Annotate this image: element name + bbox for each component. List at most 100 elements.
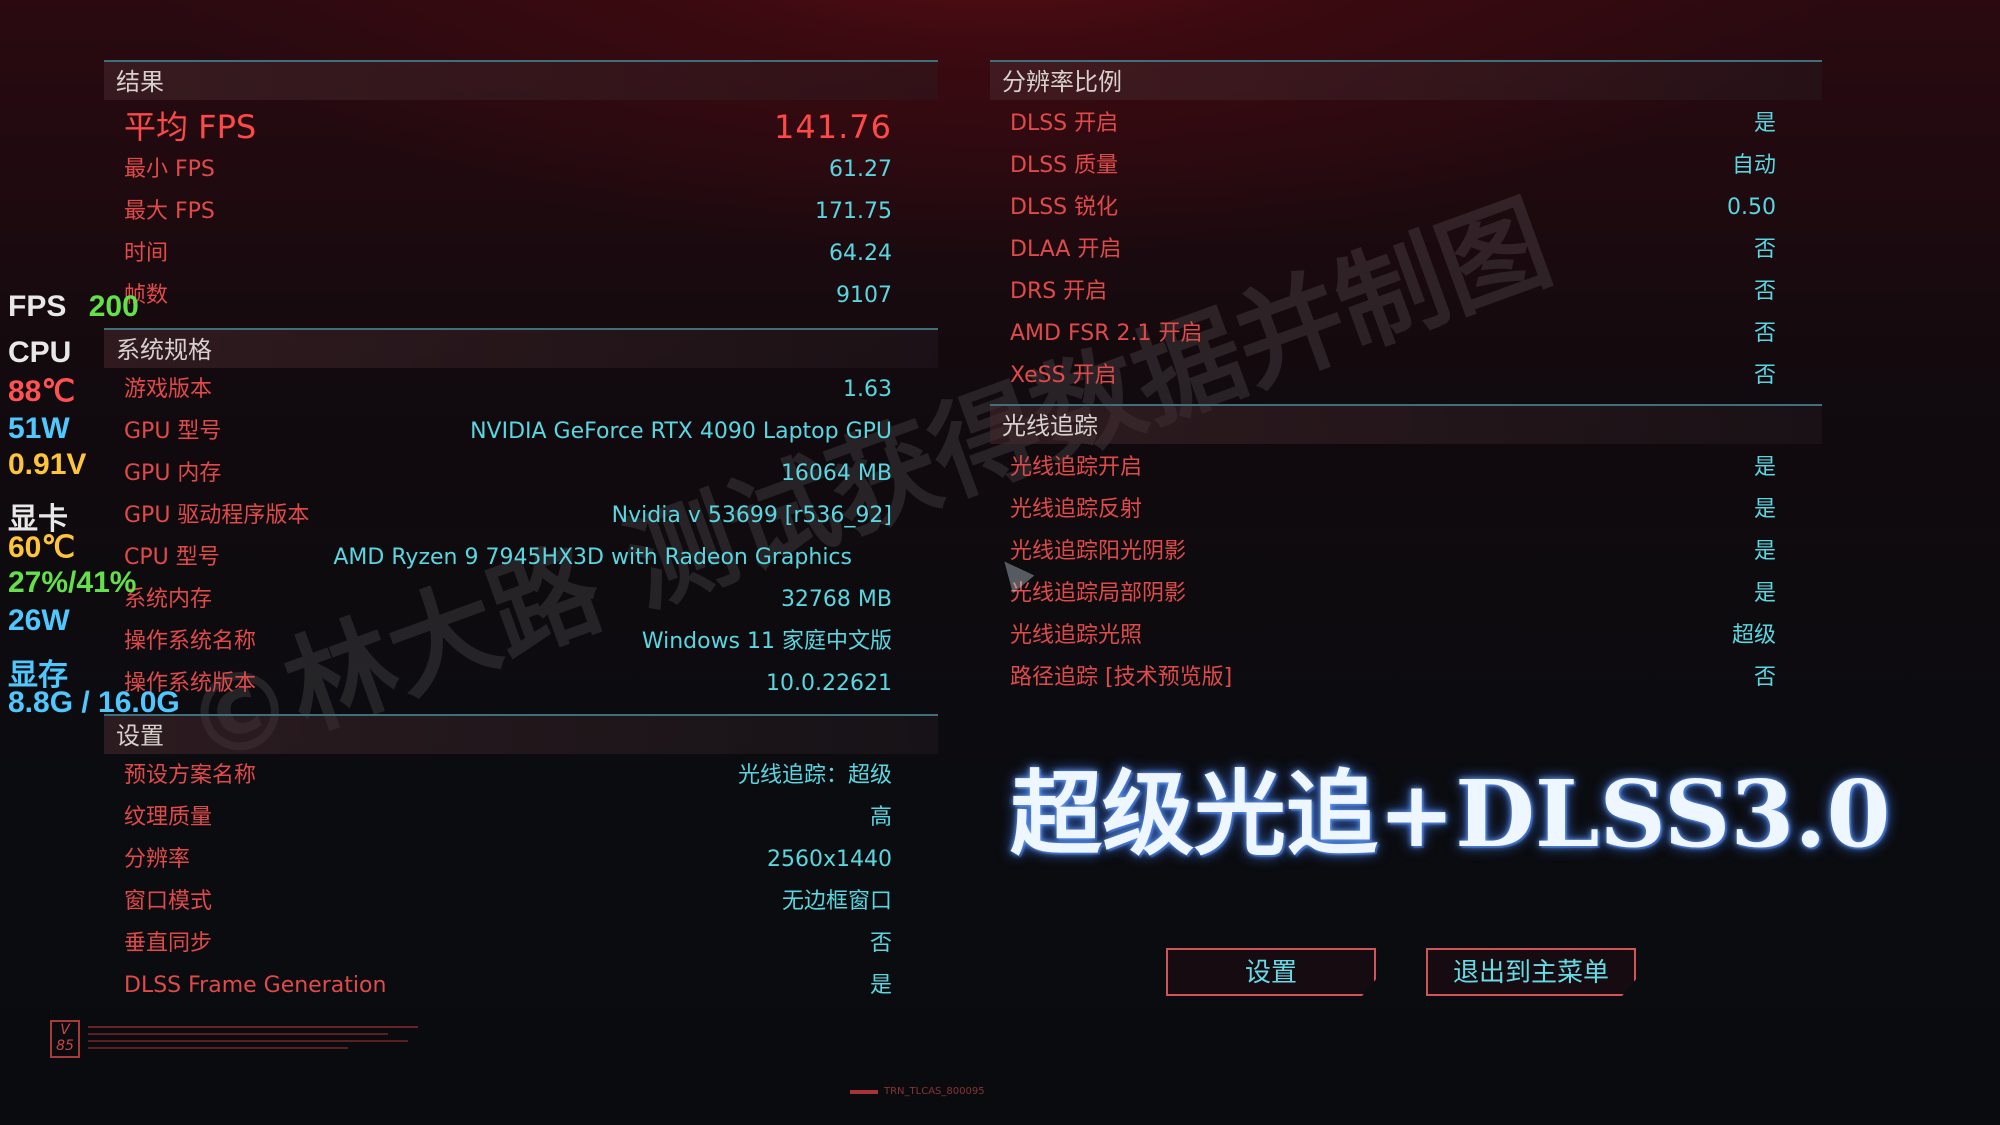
row-label: 操作系统名称 [124,629,257,654]
row-label: DRS 开启 [1010,279,1108,304]
system-row-os-version: 操作系统版本 10.0.22621 [124,664,892,704]
row-label: 光线追踪阳光阴影 [1010,539,1187,564]
row-value: Nvidia v 53699 [r536_92] [611,503,892,528]
row-value: 16064 MB [780,461,892,486]
row-label: GPU 内存 [124,461,222,486]
osd-fps-label: FPS [8,290,67,323]
legal-fine-print [88,1026,418,1049]
row-label: AMD FSR 2.1 开启 [1010,321,1203,346]
row-value: 61.27 [829,157,892,182]
row-value: 超级 [1731,623,1776,648]
settings-row-texture: 纹理质量 高 [124,798,892,838]
row-label: 窗口模式 [124,889,213,914]
system-row-game-version: 游戏版本 1.63 [124,370,892,410]
footer-marker [850,1090,878,1094]
osd-fps: FPS 200 [8,290,139,324]
row-label: DLSS 质量 [1010,153,1119,178]
osd-gpu-temp: 60℃ [8,531,76,564]
row-value: 是 [1753,539,1776,564]
row-label: 垂直同步 [124,931,213,956]
row-label: 预设方案名称 [124,763,257,788]
footer-code: TRN_TLCAS_800095 [884,1086,985,1097]
settings-button[interactable]: 设置 [1166,948,1376,996]
result-row-min-fps: 最小 FPS 61.27 [124,150,892,190]
system-row-os-name: 操作系统名称 Windows 11 家庭中文版 [124,622,892,662]
system-row-gpu-memory: GPU 内存 16064 MB [124,454,892,494]
row-value: 2560x1440 [767,847,892,872]
row-value: 是 [1753,455,1776,480]
row-value: 光线追踪：超级 [737,763,892,788]
row-label: 分辨率 [124,847,191,872]
osd-fps-value: 200 [88,290,139,323]
settings-row-resolution: 分辨率 2560x1440 [124,840,892,880]
row-label: DLSS Frame Generation [124,973,387,998]
row-value: Windows 11 家庭中文版 [641,629,892,654]
row-value: 32768 MB [780,587,892,612]
row-value: 否 [1753,665,1776,690]
row-value: 1.63 [843,377,892,402]
row-label: 纹理质量 [124,805,213,830]
osd-cpu-voltage: 0.91V [8,448,87,481]
exit-to-main-menu-button[interactable]: 退出到主菜单 [1426,948,1636,996]
result-row-max-fps: 最大 FPS 171.75 [124,192,892,232]
row-label: 路径追踪 [技术预览版] [1010,665,1233,690]
row-label: 光线追踪开启 [1010,455,1143,480]
system-row-cpu-model: CPU 型号 AMD Ryzen 9 7945HX3D with Radeon … [124,538,892,578]
row-label: 光线追踪局部阴影 [1010,581,1187,606]
row-value: AMD Ryzen 9 7945HX3D with Radeon Graphic… [333,545,852,570]
osd-cpu-temp: 88℃ [8,375,76,408]
osd-cpu-label: CPU [8,336,72,369]
row-value: 是 [1753,581,1776,606]
rt-row-reflections: 光线追踪反射 是 [1010,490,1776,530]
rt-row-path-tracing: 路径追踪 [技术预览版] 否 [1010,658,1776,698]
row-label: GPU 型号 [124,419,222,444]
row-value: 10.0.22621 [766,671,892,696]
system-row-gpu-model: GPU 型号 NVIDIA GeForce RTX 4090 Laptop GP… [124,412,892,452]
section-header-system: 系统规格 [104,328,938,368]
osd-gpu-power: 26W [8,604,70,637]
row-label: 平均 FPS [124,108,257,146]
result-row-time: 时间 64.24 [124,234,892,274]
row-label: 最小 FPS [124,157,215,182]
settings-row-vsync: 垂直同步 否 [124,924,892,964]
result-row-frames: 帧数 9107 [124,276,892,316]
overlay-banner: 超级光追+DLSS3.0 [1010,760,1891,868]
row-label: DLSS 锐化 [1010,195,1119,220]
row-value: 否 [1753,321,1776,346]
rt-row-lighting: 光线追踪光照 超级 [1010,616,1776,656]
row-label: 时间 [124,241,169,266]
row-label: 游戏版本 [124,377,213,402]
row-label: XeSS 开启 [1010,363,1117,388]
scaling-row-dlss-on: DLSS 开启 是 [1010,104,1776,144]
system-row-system-memory: 系统内存 32768 MB [124,580,892,620]
row-value: 高 [869,805,892,830]
section-header-results: 结果 [104,60,938,100]
row-value: 64.24 [829,241,892,266]
result-row-avg-fps: 平均 FPS 141.76 [124,104,892,150]
row-value: 0.50 [1727,195,1776,220]
row-value: 否 [1753,237,1776,262]
scaling-row-dlss-sharpness: DLSS 锐化 0.50 [1010,188,1776,228]
row-label: 系统内存 [124,587,213,612]
row-value: 否 [1753,363,1776,388]
row-value: 是 [869,973,892,998]
row-label: GPU 驱动程序版本 [124,503,310,528]
section-header-settings: 设置 [104,714,938,754]
row-value: 否 [869,931,892,956]
scaling-row-dlaa: DLAA 开启 否 [1010,230,1776,270]
rt-row-enabled: 光线追踪开启 是 [1010,448,1776,488]
row-label: 最大 FPS [124,199,215,224]
row-value: 是 [1753,497,1776,522]
row-label: DLAA 开启 [1010,237,1122,262]
row-value: NVIDIA GeForce RTX 4090 Laptop GPU [470,419,892,444]
settings-row-frame-generation: DLSS Frame Generation 是 [124,966,892,1006]
row-value: 9107 [836,283,892,308]
osd-vram-value: 8.8G / 16.0G [8,686,180,719]
settings-row-preset: 预设方案名称 光线追踪：超级 [124,756,892,796]
rt-row-sun-shadows: 光线追踪阳光阴影 是 [1010,532,1776,572]
row-label: DLSS 开启 [1010,111,1119,136]
scaling-row-drs: DRS 开启 否 [1010,272,1776,312]
section-header-ray-tracing: 光线追踪 [990,404,1822,444]
row-label: 光线追踪反射 [1010,497,1143,522]
row-value: 是 [1753,111,1776,136]
